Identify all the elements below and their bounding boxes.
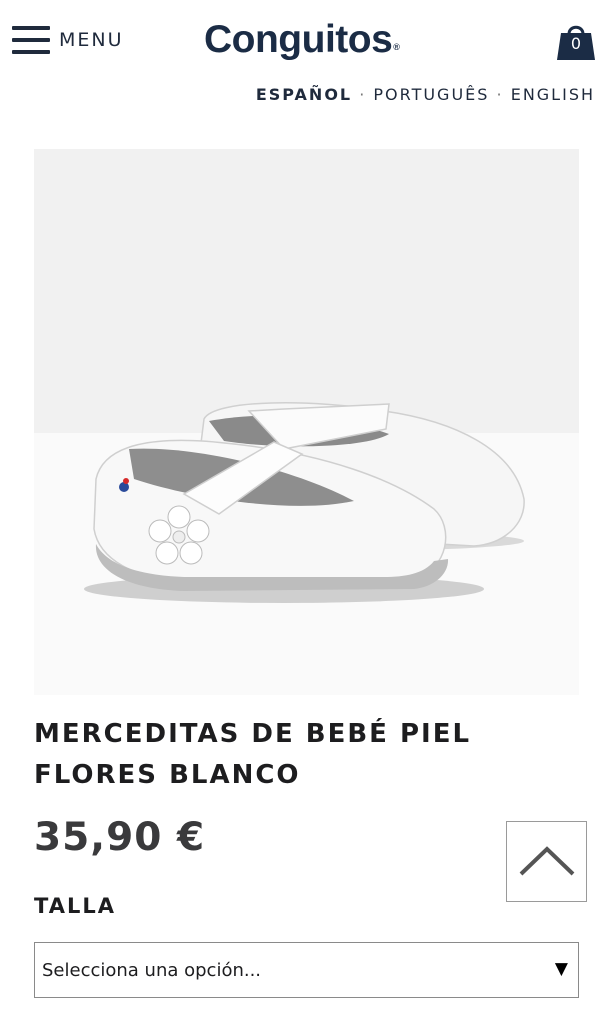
menu-button[interactable]: MENU: [12, 24, 124, 56]
lang-separator: ·: [489, 85, 511, 104]
chevron-up-icon: [519, 846, 575, 876]
product-title: MERCEDITAS DE BEBÉ PIEL FLORES BLANCO: [34, 719, 472, 790]
shoe-illustration: [84, 402, 525, 603]
logo-registered-mark: ®: [393, 42, 400, 52]
product-image[interactable]: [34, 149, 579, 695]
size-select-value: Selecciona una opción...: [42, 960, 262, 981]
lang-portugues[interactable]: PORTUGUÊS: [373, 85, 489, 104]
logo-text: Conguitos: [204, 18, 393, 61]
site-header: MENU Conguitos® 0 ESPAÑOL · PORTUGUÊS · …: [0, 0, 614, 120]
lang-separator: ·: [352, 85, 374, 104]
back-to-top-button[interactable]: [506, 821, 587, 902]
cart-button[interactable]: 0: [555, 22, 597, 62]
hamburger-icon: [12, 24, 50, 56]
lang-espanol[interactable]: ESPAÑOL: [256, 85, 352, 104]
size-select[interactable]: Selecciona una opción... ▼: [34, 942, 579, 998]
brand-logo[interactable]: Conguitos®: [204, 18, 400, 62]
cart-count-badge: 0: [570, 34, 582, 53]
product-price: 35,90 €: [34, 815, 206, 860]
lang-english[interactable]: ENGLISH: [511, 85, 595, 104]
menu-label: MENU: [59, 29, 124, 51]
size-label: TALLA: [34, 894, 116, 918]
dropdown-arrow-icon: ▼: [554, 959, 568, 979]
language-switcher: ESPAÑOL · PORTUGUÊS · ENGLISH: [256, 85, 595, 104]
